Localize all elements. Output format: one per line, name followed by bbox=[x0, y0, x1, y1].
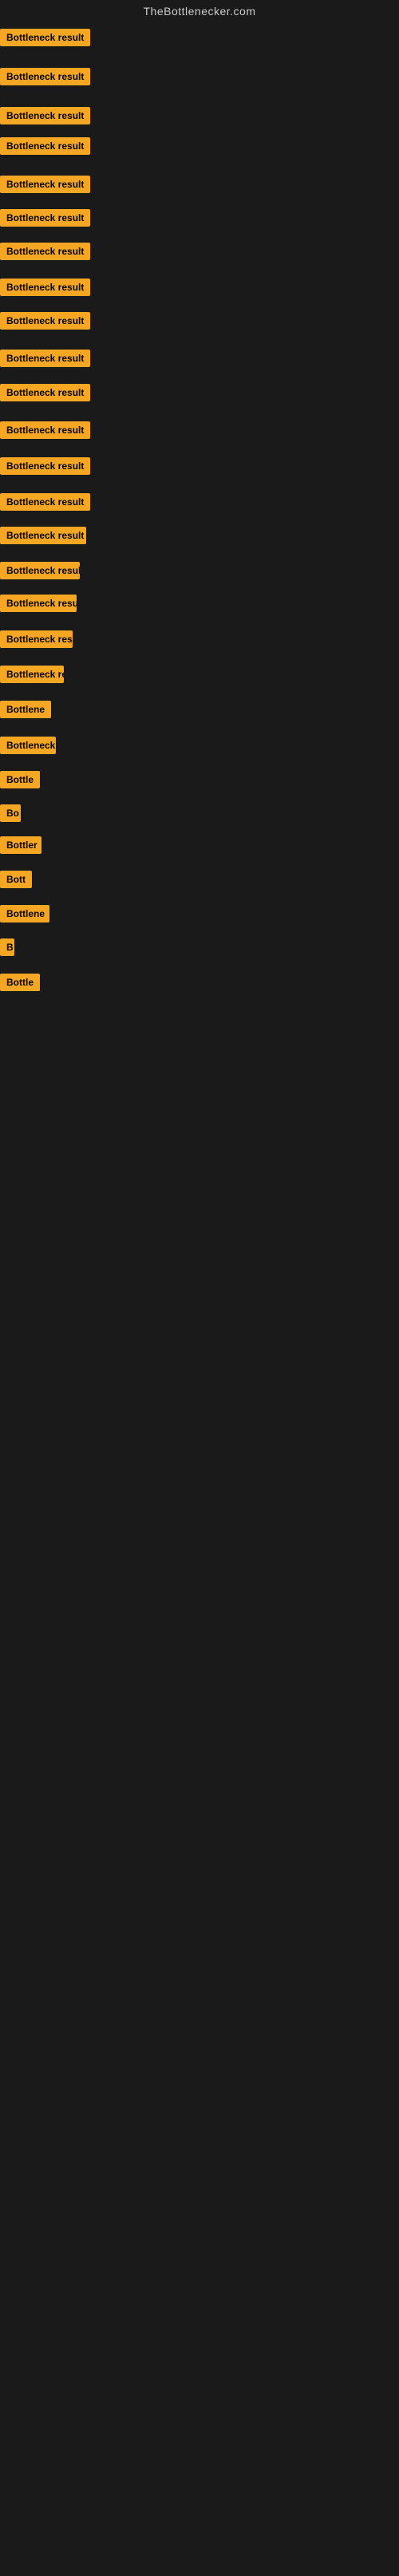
badge-label-13: Bottleneck result bbox=[0, 457, 90, 475]
badge-label-3: Bottleneck result bbox=[0, 107, 90, 124]
bottleneck-badge-15[interactable]: Bottleneck result bbox=[0, 527, 86, 548]
bottleneck-badge-13[interactable]: Bottleneck result bbox=[0, 457, 90, 479]
badge-label-5: Bottleneck result bbox=[0, 176, 90, 193]
bottleneck-badge-10[interactable]: Bottleneck result bbox=[0, 350, 90, 371]
bottleneck-badge-20[interactable]: Bottlene bbox=[0, 701, 51, 722]
bottleneck-badge-19[interactable]: Bottleneck re bbox=[0, 666, 64, 687]
bottleneck-badge-9[interactable]: Bottleneck result bbox=[0, 312, 90, 334]
badge-label-25: Bott bbox=[0, 871, 32, 888]
bottleneck-badge-27[interactable]: B bbox=[0, 938, 14, 960]
badge-label-27: B bbox=[0, 938, 14, 956]
bottleneck-badge-6[interactable]: Bottleneck result bbox=[0, 209, 90, 231]
bottleneck-badge-4[interactable]: Bottleneck result bbox=[0, 137, 90, 159]
bottleneck-badge-11[interactable]: Bottleneck result bbox=[0, 384, 90, 405]
badge-label-8: Bottleneck result bbox=[0, 279, 90, 296]
badge-label-28: Bottle bbox=[0, 974, 40, 991]
badge-label-20: Bottlene bbox=[0, 701, 51, 718]
badge-label-4: Bottleneck result bbox=[0, 137, 90, 155]
badge-label-21: Bottleneck bbox=[0, 737, 56, 754]
bottleneck-badge-25[interactable]: Bott bbox=[0, 871, 32, 892]
bottleneck-badge-7[interactable]: Bottleneck result bbox=[0, 243, 90, 264]
bottleneck-badge-23[interactable]: Bo bbox=[0, 804, 21, 826]
badge-label-1: Bottleneck result bbox=[0, 29, 90, 46]
bottleneck-badge-14[interactable]: Bottleneck result bbox=[0, 493, 90, 515]
badge-label-6: Bottleneck result bbox=[0, 209, 90, 227]
bottleneck-badge-16[interactable]: Bottleneck result bbox=[0, 562, 80, 583]
bottleneck-badge-1[interactable]: Bottleneck result bbox=[0, 29, 90, 50]
bottleneck-badge-3[interactable]: Bottleneck result bbox=[0, 107, 90, 128]
bottleneck-badge-18[interactable]: Bottleneck result bbox=[0, 630, 73, 652]
badge-label-10: Bottleneck result bbox=[0, 350, 90, 367]
badge-label-2: Bottleneck result bbox=[0, 68, 90, 85]
bottleneck-badge-8[interactable]: Bottleneck result bbox=[0, 279, 90, 300]
badge-label-22: Bottle bbox=[0, 771, 40, 788]
badge-label-9: Bottleneck result bbox=[0, 312, 90, 330]
bottleneck-badge-12[interactable]: Bottleneck result bbox=[0, 421, 90, 443]
badge-label-23: Bo bbox=[0, 804, 21, 822]
badge-label-12: Bottleneck result bbox=[0, 421, 90, 439]
bottleneck-badge-5[interactable]: Bottleneck result bbox=[0, 176, 90, 197]
badge-label-15: Bottleneck result bbox=[0, 527, 86, 544]
bottleneck-badge-26[interactable]: Bottlene bbox=[0, 905, 49, 926]
badge-label-26: Bottlene bbox=[0, 905, 49, 923]
badge-label-19: Bottleneck re bbox=[0, 666, 64, 683]
bottleneck-badge-28[interactable]: Bottle bbox=[0, 974, 40, 995]
badge-label-14: Bottleneck result bbox=[0, 493, 90, 511]
bottleneck-badge-21[interactable]: Bottleneck bbox=[0, 737, 56, 758]
badge-label-18: Bottleneck result bbox=[0, 630, 73, 648]
bottleneck-badge-22[interactable]: Bottle bbox=[0, 771, 40, 792]
badge-label-11: Bottleneck result bbox=[0, 384, 90, 401]
bottleneck-badge-2[interactable]: Bottleneck result bbox=[0, 68, 90, 89]
site-title: TheBottlenecker.com bbox=[0, 0, 399, 22]
badge-label-7: Bottleneck result bbox=[0, 243, 90, 260]
bottleneck-badge-17[interactable]: Bottleneck result bbox=[0, 595, 77, 616]
badge-label-17: Bottleneck result bbox=[0, 595, 77, 612]
badge-label-24: Bottler bbox=[0, 836, 41, 854]
bottleneck-badge-24[interactable]: Bottler bbox=[0, 836, 41, 858]
badge-label-16: Bottleneck result bbox=[0, 562, 80, 579]
